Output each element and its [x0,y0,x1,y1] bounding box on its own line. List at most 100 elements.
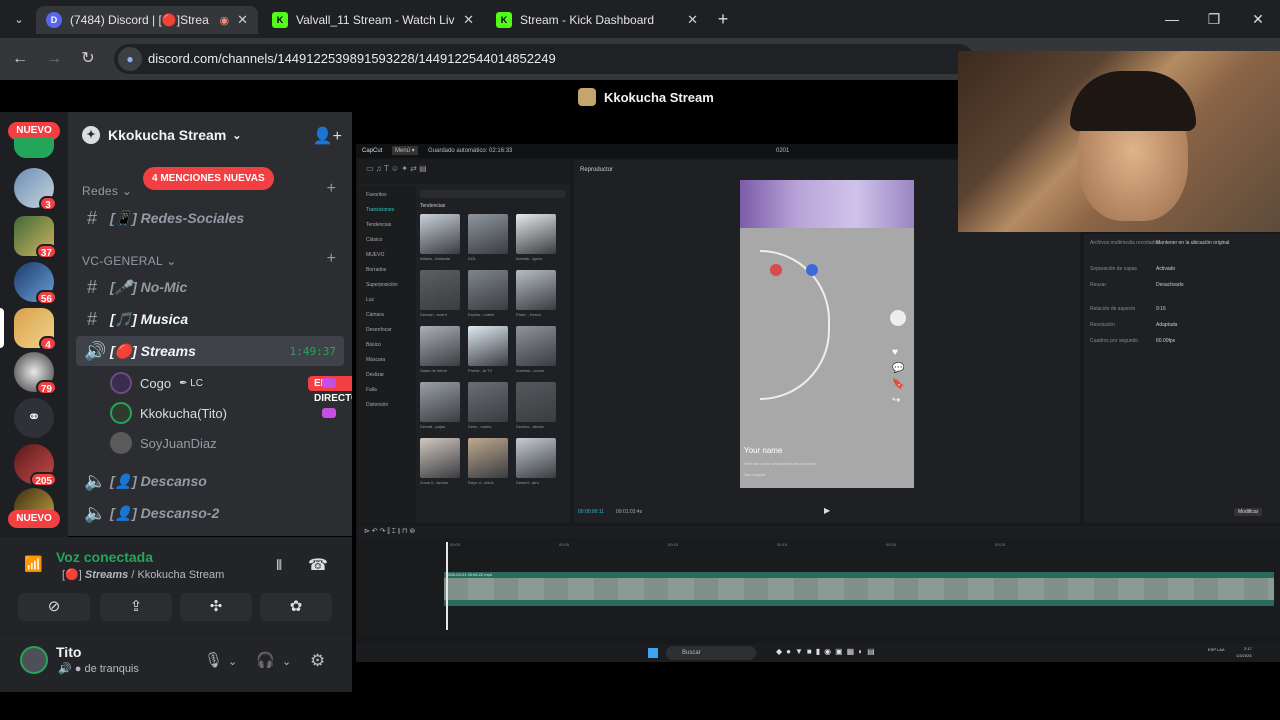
restore-button[interactable]: ❐ [1200,8,1228,30]
voice-connection-panel: 📶 Voz conectada [🔴] Streams / Kkokucha S… [0,537,352,692]
property-value: Activado [1156,266,1176,272]
invite-people-icon[interactable]: 👤+ [313,126,342,146]
add-channel-icon[interactable]: + [327,180,336,198]
media-category-item[interactable]: Máscara [366,357,385,363]
connection-signal-icon[interactable]: 📶 [24,555,43,573]
media-category-item[interactable]: Básico [366,342,381,348]
transition-thumbnail[interactable] [468,214,508,254]
server-icon[interactable]: ⚭ [14,398,54,438]
play-icon[interactable]: ▶ [824,506,830,515]
disconnect-icon[interactable]: ☎ [308,555,328,575]
media-category-item[interactable]: Deslizar [366,372,384,378]
address-bar[interactable]: ● discord.com/channels/14491225398915932… [114,44,974,74]
transition-thumbnail[interactable] [468,326,508,366]
media-category-item[interactable]: Cámara [366,312,384,318]
media-category-item[interactable]: Clásico [366,237,382,243]
new-mentions-badge[interactable]: 4 MENCIONES NUEVAS [143,167,274,190]
transition-thumbnail[interactable] [516,438,556,478]
tab-valvall[interactable]: K Valvall_11 Stream - Watch Live o ✕ [262,6,484,34]
activities-button[interactable]: ✣ [180,593,252,621]
tab-kick-dashboard[interactable]: K Stream - Kick Dashboard ✕ [486,6,708,34]
media-category-item[interactable]: Falla [366,387,377,393]
screen-share-button[interactable]: ⇪ [100,593,172,621]
minimize-button[interactable]: — [1158,8,1186,30]
category-vc-general[interactable]: VC-GENERAL ⌄ [82,254,177,268]
channel-descanso-2[interactable]: 🔈 [👤] Descanso-2 [76,498,344,528]
transition-thumbnail[interactable] [468,382,508,422]
server-icon[interactable]: 56 [14,262,57,305]
chevron-down-icon: ⌄ [232,129,242,142]
voice-user-cogo[interactable]: Cogo ✒ LC [110,370,203,396]
noise-suppression-icon[interactable]: ⦀ [276,557,282,574]
channel-streams[interactable]: 🔊 [🔴] Streams 1:49:37 [76,336,344,366]
channel-descanso[interactable]: 🔈 [👤] Descanso [76,466,344,496]
new-tab-button[interactable]: + [712,8,734,30]
headphones-icon[interactable]: 🎧 [256,651,275,669]
transition-thumbnail[interactable] [516,214,556,254]
server-icon[interactable]: 205 [14,444,57,487]
transition-thumbnail[interactable] [468,270,508,310]
transition-thumbnail[interactable] [420,270,460,310]
back-button[interactable]: ← [8,48,32,70]
camera-off-button[interactable]: ⊘ [18,593,90,621]
voice-channel-info[interactable]: [🔴] Streams / Kkokucha Stream [62,568,224,581]
server-icon[interactable] [14,138,54,158]
close-tab-icon[interactable]: ✕ [463,12,474,28]
media-category-item[interactable]: Superposición [366,282,398,288]
media-category-item[interactable]: Transiciones [366,207,394,213]
ruler-tick: 00:10 [668,542,679,547]
voice-speaker-icon: 🔊 [84,340,107,361]
transition-thumbnail[interactable] [420,438,460,478]
tab-search-button[interactable]: ⌄ [8,10,30,30]
media-category-item[interactable]: Favoritos [366,192,387,198]
clip-frames [444,578,1274,600]
transition-thumbnail[interactable] [468,438,508,478]
playhead[interactable] [446,542,448,630]
server-icon-kkokucha[interactable]: 4 [14,308,57,351]
add-channel-icon[interactable]: + [327,250,336,268]
close-tab-icon[interactable]: ✕ [237,12,248,28]
category-redes[interactable]: Redes ⌄ [82,184,132,198]
soundboard-button[interactable]: ✿ [260,593,332,621]
channel-redes-sociales[interactable]: # [📱] Redes-Sociales [76,203,344,233]
chevron-down-icon[interactable]: ⌄ [228,655,237,668]
voice-connected-title[interactable]: Voz conectada [56,549,153,565]
settings-gear-icon[interactable]: ⚙ [310,651,325,671]
media-category-item[interactable]: Distorsión [366,402,388,408]
transition-thumbnail[interactable] [516,326,556,366]
microphone-icon[interactable]: 🎙 [204,651,223,669]
transition-thumbnail[interactable] [420,382,460,422]
media-category-item[interactable]: Desenfocar [366,327,392,333]
server-boost-icon: ✦ [82,126,100,144]
video-track[interactable]: 2026-03-01 00:06:22.mp4 [444,572,1274,606]
voice-user-kkokucha[interactable]: Kkokucha(Tito) [110,400,227,426]
server-icon[interactable]: 79 [14,352,57,395]
site-info-icon[interactable]: ● [118,47,142,71]
server-icon[interactable]: 3 [14,168,57,211]
transition-thumbnail[interactable] [420,214,460,254]
media-category-item[interactable]: MUEVO [366,252,384,258]
reload-button[interactable]: ↻ [76,48,100,70]
voice-user-soyjuandiaz[interactable]: SoyJuanDiaz [110,430,217,456]
server-header[interactable]: ✦ Kkokucha Stream ⌄ [82,126,242,144]
tab-discord[interactable]: D (7484) Discord | [🔴]Strea ◉ ✕ [36,6,258,34]
media-category-item[interactable]: Tendencias [366,222,391,228]
channel-musica[interactable]: # [🎵] Musica [76,304,344,334]
server-icon[interactable]: 37 [14,216,57,259]
transition-thumbnail[interactable] [516,382,556,422]
forward-button[interactable]: → [42,48,66,70]
chevron-down-icon[interactable]: ⌄ [282,655,291,668]
user-avatar[interactable] [20,646,48,674]
close-tab-icon[interactable]: ✕ [687,12,698,28]
transition-thumbnail[interactable] [420,326,460,366]
user-name[interactable]: Tito [56,644,81,660]
modify-button[interactable]: Modificar [1234,508,1263,516]
transition-label: Flash ...fresco [516,312,542,317]
channel-label: Descanso-2 [140,504,220,521]
media-category-item[interactable]: Luz [366,297,374,303]
close-window-button[interactable]: ✕ [1244,8,1272,30]
transition-thumbnail[interactable] [516,270,556,310]
channel-no-mic[interactable]: # [🎤] No-Mic [76,272,344,302]
media-category-item[interactable]: Borrados [366,267,386,273]
property-value: Desactivado [1156,282,1184,288]
